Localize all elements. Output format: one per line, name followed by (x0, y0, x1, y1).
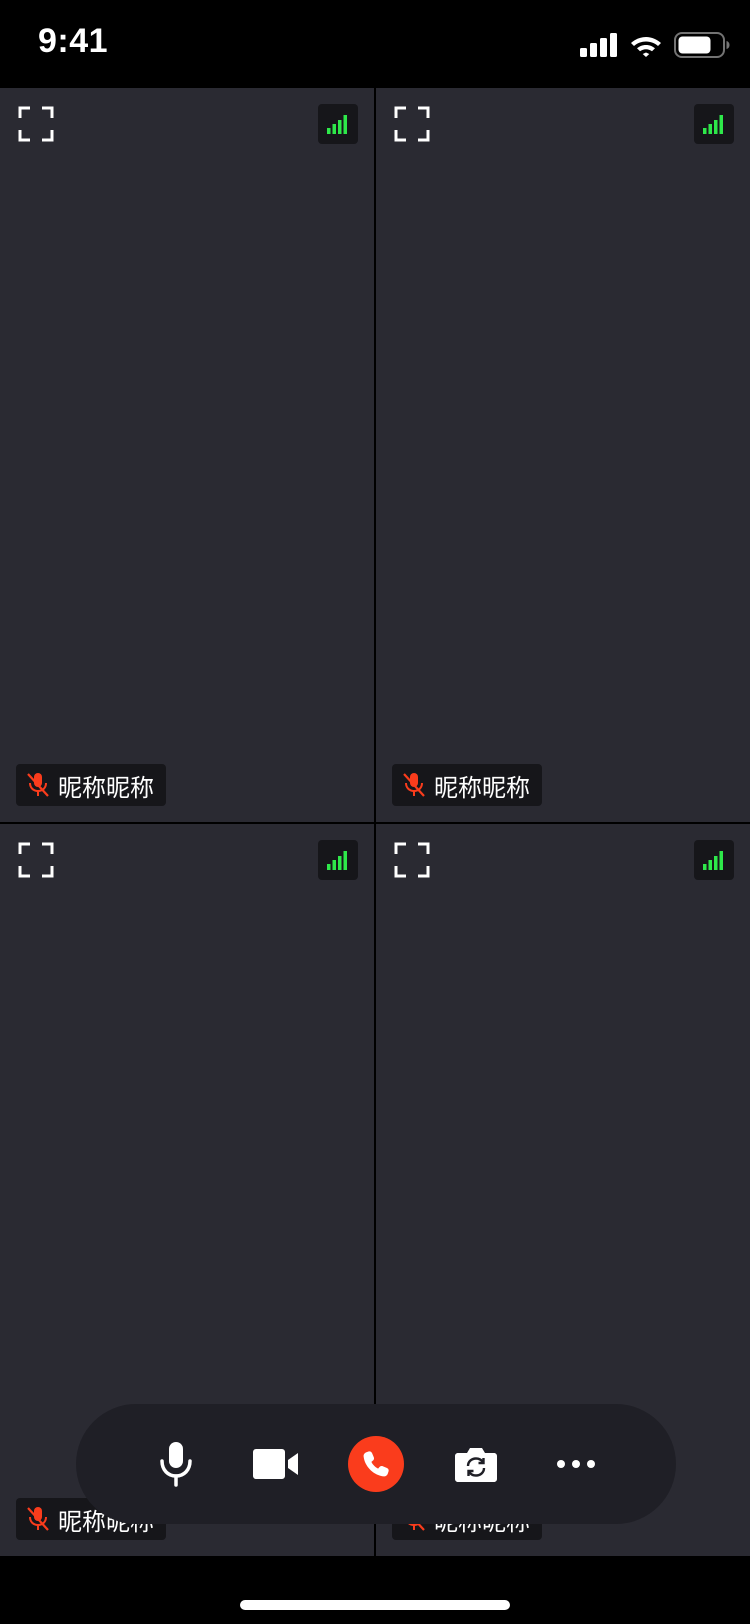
status-icons (580, 28, 730, 62)
mic-muted-icon (403, 773, 425, 797)
video-grid: 昵称昵称 昵称昵称 昵称昵称 (0, 88, 750, 1556)
status-time: 9:41 (38, 22, 109, 60)
participant-tile[interactable]: 昵称昵称 (0, 88, 374, 822)
switch-camera-icon (455, 1448, 497, 1482)
fullscreen-icon[interactable] (18, 842, 54, 878)
network-signal-icon (327, 115, 347, 134)
network-signal-badge (318, 840, 358, 880)
home-indicator[interactable] (240, 1600, 510, 1610)
network-signal-badge (694, 840, 734, 880)
call-control-bar (76, 1404, 676, 1524)
bottom-safe-area (0, 1556, 750, 1624)
phone-hangup-icon (363, 1451, 389, 1477)
microphone-icon (160, 1442, 192, 1487)
network-signal-icon (703, 851, 723, 870)
video-camera-icon (253, 1449, 298, 1479)
hangup-button[interactable] (348, 1436, 404, 1492)
network-signal-icon (703, 115, 723, 134)
network-signal-icon (327, 851, 347, 870)
participant-name-tag: 昵称昵称 (392, 764, 542, 806)
participant-name: 昵称昵称 (434, 773, 530, 802)
status-bar: 9:41 (0, 0, 750, 88)
cellular-signal-icon (580, 33, 617, 57)
fullscreen-icon[interactable] (394, 106, 430, 142)
fullscreen-icon[interactable] (18, 106, 54, 142)
more-button[interactable] (548, 1436, 604, 1492)
participant-name: 昵称昵称 (58, 773, 154, 802)
switch-camera-button[interactable] (448, 1436, 504, 1492)
participant-name-tag: 昵称昵称 (16, 764, 166, 806)
camera-button[interactable] (248, 1436, 304, 1492)
wifi-icon (631, 37, 661, 57)
fullscreen-icon[interactable] (394, 842, 430, 878)
participant-tile[interactable]: 昵称昵称 (376, 88, 750, 822)
battery-icon (674, 32, 730, 58)
microphone-button[interactable] (148, 1436, 204, 1492)
network-signal-badge (694, 104, 734, 144)
network-signal-badge (318, 104, 358, 144)
mic-muted-icon (27, 1507, 49, 1531)
more-icon (557, 1460, 595, 1468)
mic-muted-icon (27, 773, 49, 797)
